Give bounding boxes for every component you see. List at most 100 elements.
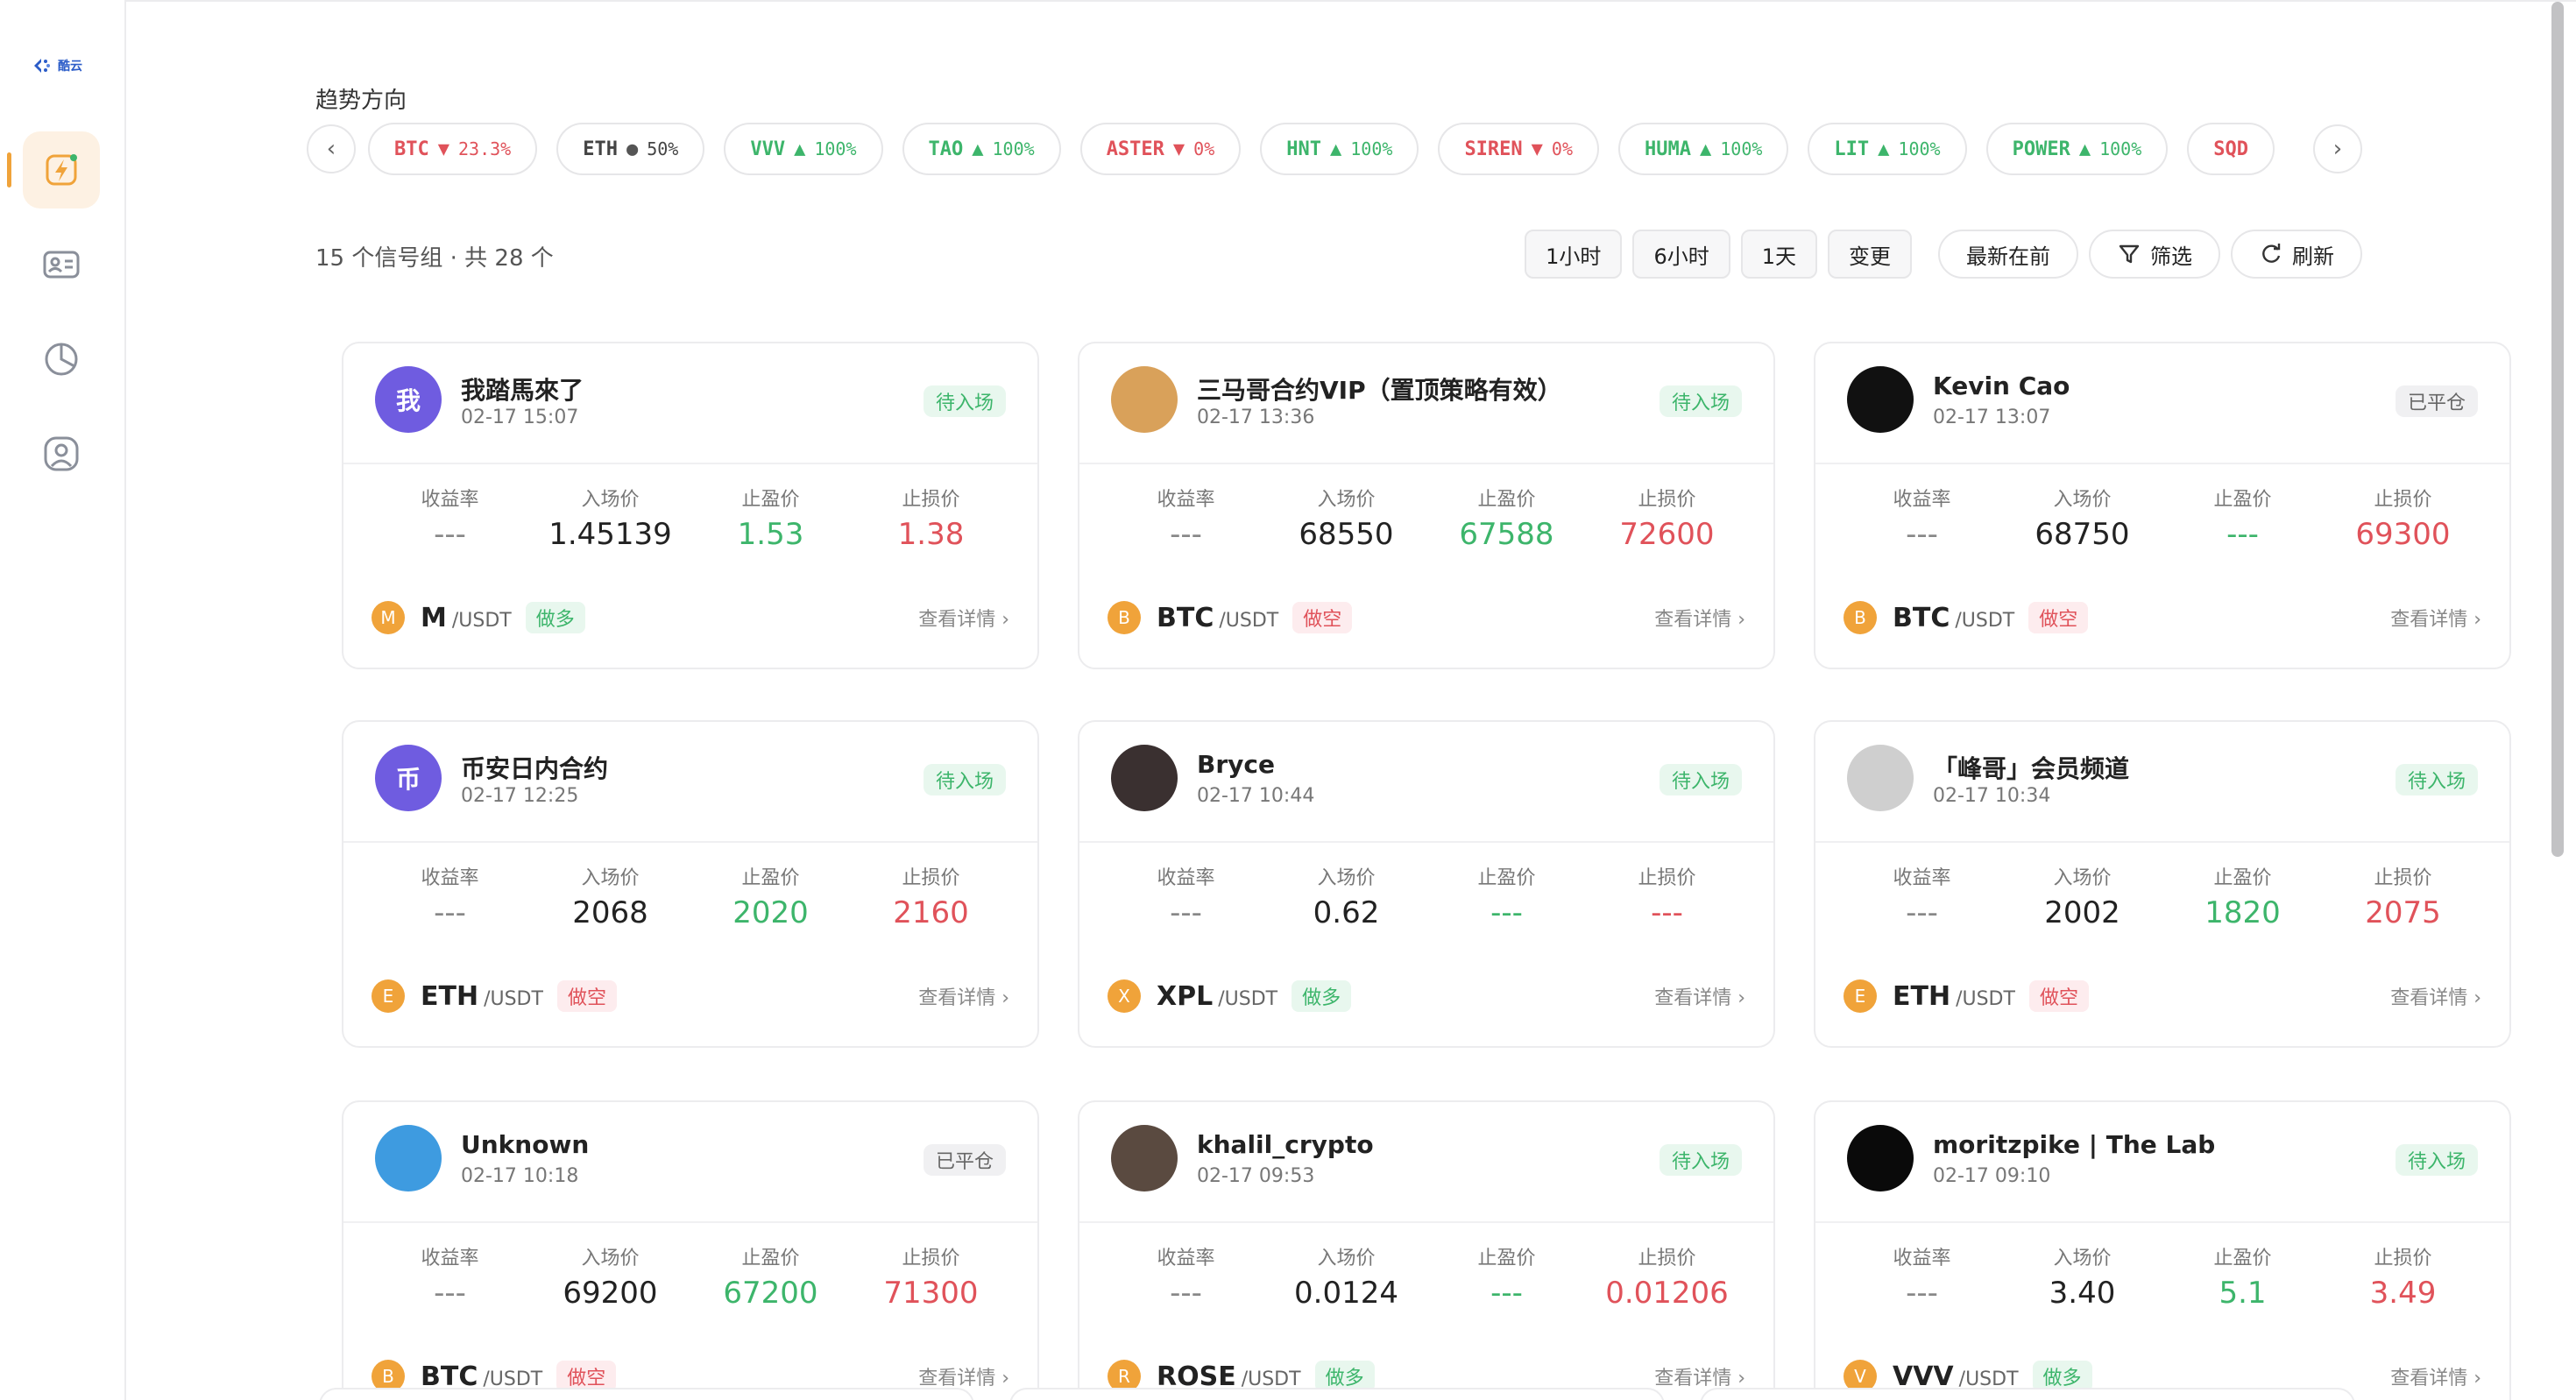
avatar [1111,366,1178,433]
stat-label: 止盈价 [1477,1248,1536,1269]
trend-pill-hnt[interactable]: HNT ▲ 100% [1260,123,1419,175]
sidebar: 酷云 [0,0,126,1400]
avatar [1847,366,1914,433]
coin-icon: B [1108,601,1141,634]
yield-stat: 收益率 --- [370,862,530,950]
coin-letter: B [382,1366,394,1387]
view-detail-link[interactable]: 查看详情 › [1654,1362,1745,1390]
sort-button[interactable]: 最新在前 [1938,230,2078,279]
page-scrollbar[interactable] [2544,0,2569,1400]
trend-pill-lit[interactable]: LIT ▲ 100% [1808,123,1967,175]
pair-quote: /USDT [1219,609,1279,632]
avatar [1111,745,1178,811]
signal-card[interactable]: Kevin Cao 02-17 13:07 已平仓 收益率 --- 入场价 68750 止盈价… [1814,342,2511,669]
card-footer: M M/USDT 做多 查看详情 › [372,596,1009,640]
stat-label: 止损价 [1638,489,1696,511]
timeframe-6h-button[interactable]: 6小时 [1632,230,1730,279]
direction-badge: 做多 [525,602,585,633]
stat-value: 72600 [1619,517,1715,552]
group-summary: 15 个信号组 · 共 28 个 [315,245,554,272]
stop-loss-stat: 止损价 3.49 [2323,1242,2483,1330]
entry-price-stat: 入场价 3.40 [2002,1242,2162,1330]
stat-label: 入场价 [1317,489,1376,511]
trend-pill-siren[interactable]: SIREN ▼ 0% [1438,123,1600,175]
nav-account[interactable] [23,415,100,492]
nav-signals[interactable] [23,131,100,209]
card-footer: E ETH/USDT 做空 查看详情 › [372,974,1009,1018]
group-name: 三马哥合约VIP（置顶策略有效） [1197,376,1562,405]
filter-icon [2119,244,2140,264]
entry-price-stat: 入场价 69200 [530,1242,690,1330]
trend-pill-btc[interactable]: BTC ▼ 23.3% [368,123,538,175]
trend-percent: 100% [992,138,1035,159]
signal-card-partial[interactable] [1009,1388,1665,1400]
pair-quote: /USDT [1241,1368,1301,1390]
signal-card[interactable]: 「峰哥」会员频道 02-17 10:34 待入场 收益率 --- 入场价 2002 止盈价 18… [1814,720,2511,1048]
group-name: Unknown [461,1130,590,1159]
coin-icon: M [372,601,405,634]
signal-card[interactable]: khalil_crypto 02-17 09:53 待入场 收益率 --- 入场价 0.01… [1078,1100,1775,1400]
trend-pill-huma[interactable]: HUMA ▲ 100% [1618,123,1789,175]
take-profit-stat: 止盈价 2020 [690,862,851,950]
card-footer: X XPL/USDT 做多 查看详情 › [1108,974,1745,1018]
stat-label: 止损价 [902,489,960,511]
stop-loss-stat: 止损价 2160 [851,862,1011,950]
yield-stat: 收益率 --- [1842,1242,2002,1330]
stat-value: --- [434,517,466,552]
signal-card-partial[interactable] [1700,1388,2355,1400]
signal-card[interactable]: 我 我踏馬來了 02-17 15:07 待入场 收益率 --- 入场价 1.45139 止盈价 1… [342,342,1039,669]
stat-value: 2068 [572,895,648,930]
status-badge: 待入场 [1659,385,1742,417]
view-detail-link[interactable]: 查看详情 › [918,1362,1009,1390]
view-detail-link[interactable]: 查看详情 › [918,604,1009,632]
trend-pill-aster[interactable]: ASTER ▼ 0% [1079,123,1242,175]
stat-label: 收益率 [1157,1248,1215,1269]
trend-pill-sqd[interactable]: SQD [2187,123,2275,175]
card-header: Kevin Cao 02-17 13:07 已平仓 [1847,366,2483,436]
take-profit-stat: 止盈价 1.53 [690,484,851,571]
stat-value: 3.49 [2369,1276,2437,1311]
stat-label: 收益率 [1893,489,1951,511]
timeframe-1d-button[interactable]: 1天 [1740,230,1817,279]
pair-quote: /USDT [1956,987,2015,1010]
timeframe-1h-button[interactable]: 1小时 [1525,230,1623,279]
view-detail-link[interactable]: 查看详情 › [1654,604,1745,632]
signal-card[interactable]: moritzpike | The Lab 02-17 09:10 待入场 收益率 ---… [1814,1100,2511,1400]
trend-title: 趋势方向 [315,88,407,114]
stat-value: 1820 [2204,895,2281,930]
trend-symbol: VVV [750,138,786,160]
app-logo[interactable]: 酷云 [32,51,95,81]
view-detail-link[interactable]: 查看详情 › [2390,1362,2481,1390]
nav-stats[interactable] [23,321,100,398]
status-badge: 已平仓 [923,1144,1006,1176]
trend-pill-vvv[interactable]: VVV ▲ 100% [724,123,883,175]
trend-pill-eth[interactable]: ETH ● 50% [556,123,705,175]
trend-prev-button[interactable]: ‹ [307,124,356,173]
view-detail-link[interactable]: 查看详情 › [2390,604,2481,632]
view-detail-link[interactable]: 查看详情 › [918,982,1009,1010]
filter-button[interactable]: 筛选 [2089,230,2220,279]
trend-pill-tao[interactable]: TAO ▲ 100% [902,123,1061,175]
yield-stat: 收益率 --- [1842,484,2002,571]
coin-letter: E [1854,986,1866,1007]
entry-price-stat: 入场价 68750 [2002,484,2162,571]
refresh-button[interactable]: 刷新 [2231,230,2362,279]
view-detail-link[interactable]: 查看详情 › [2390,982,2481,1010]
signal-card[interactable]: 币 币安日内合约 02-17 12:25 待入场 收益率 --- 入场价 2068 止盈价 202… [342,720,1039,1048]
view-detail-link[interactable]: 查看详情 › [1654,982,1745,1010]
change-button[interactable]: 变更 [1828,230,1912,279]
trend-pill-power[interactable]: POWER ▲ 100% [1985,123,2169,175]
signal-card[interactable]: Unknown 02-17 10:18 已平仓 收益率 --- 入场价 69200 止盈价 67… [342,1100,1039,1400]
card-header: 币 币安日内合约 02-17 12:25 待入场 [375,745,1011,815]
trend-next-button[interactable]: › [2313,124,2362,173]
pair-base: ETH [1893,980,1951,1012]
pie-chart-icon [45,343,78,376]
signal-card[interactable]: Bryce 02-17 10:44 待入场 收益率 --- 入场价 0.62 止盈价 --- 止损… [1078,720,1775,1048]
stat-value: --- [1490,1276,1523,1311]
yield-stat: 收益率 --- [1106,862,1266,950]
scrollbar-thumb[interactable] [2551,2,2564,857]
stat-label: 止盈价 [2213,1248,2272,1269]
signal-card-partial[interactable] [319,1388,974,1400]
signal-card[interactable]: 三马哥合约VIP（置顶策略有效） 02-17 13:36 待入场 收益率 --- 入场价 6… [1078,342,1775,669]
nav-profile-card[interactable] [23,226,100,303]
